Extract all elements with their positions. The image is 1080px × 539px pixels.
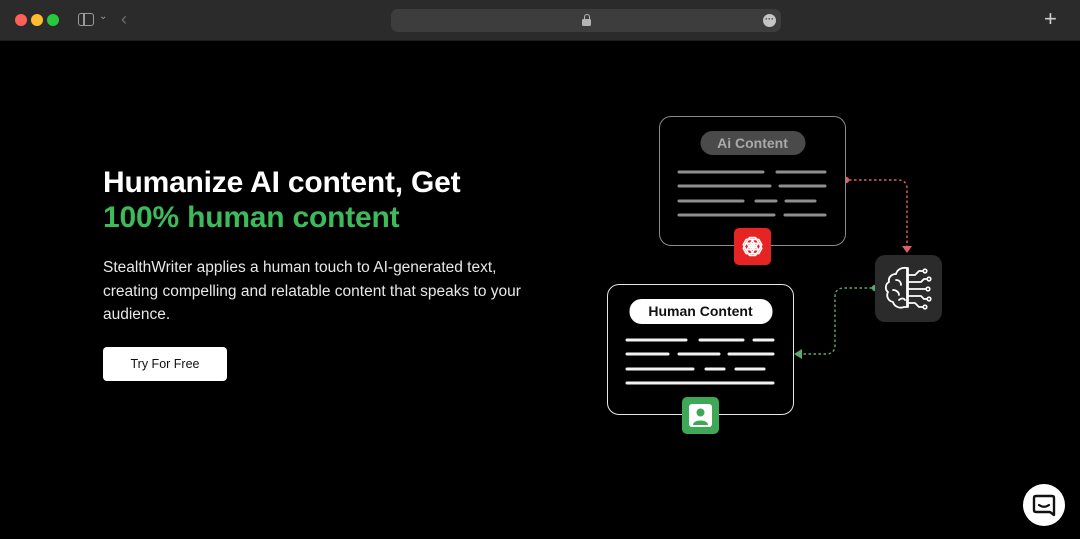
- ai-text-lines: [677, 170, 827, 217]
- chat-launcher-button[interactable]: [1023, 484, 1065, 526]
- ai-brain-icon: [875, 255, 942, 322]
- human-content-card: Human Content: [607, 284, 794, 415]
- ai-arrowhead: [902, 246, 912, 253]
- human-connector-line: [802, 287, 872, 355]
- human-text-lines: [625, 338, 774, 384]
- user-avatar-icon: [682, 397, 719, 434]
- ai-content-card: Ai Content: [659, 116, 846, 246]
- openai-logo-icon: [734, 228, 771, 265]
- human-arrowhead: [794, 349, 802, 359]
- ai-connector-line: [849, 179, 908, 246]
- chat-icon: [1032, 494, 1056, 517]
